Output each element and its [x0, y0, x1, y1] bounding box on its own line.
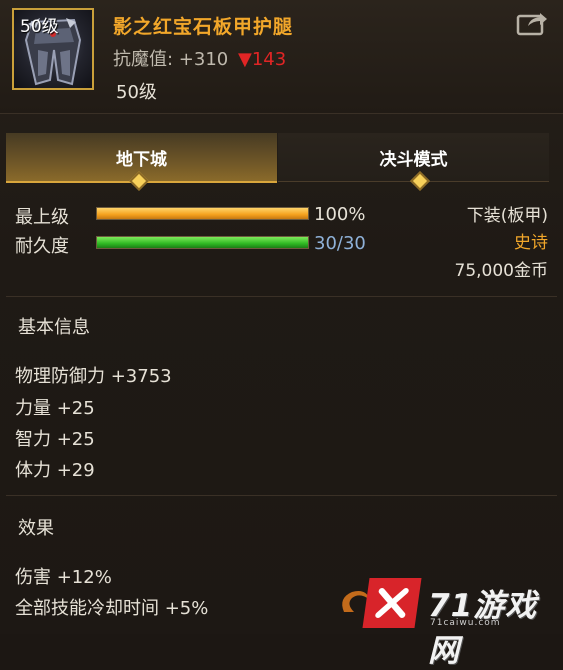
effect-line: 全部技能冷却时间 +5%: [15, 598, 209, 619]
stat-decrease: ▼143: [238, 49, 286, 70]
item-tooltip-panel: 50级 影之红宝石板甲护腿 抗魔值: +310 ▼143 50级 地下城 决斗模…: [0, 0, 563, 669]
durability-bar-fill: [97, 237, 308, 248]
watermark: 71游戏网 71caiwu.com: [336, 576, 561, 669]
stat-decrease-value: 143: [251, 49, 287, 70]
basic-info-line: 体力 +29: [15, 460, 95, 481]
grade-bar: [96, 207, 309, 220]
basic-info-line: 物理防御力 +3753: [15, 366, 172, 387]
durability-label: 耐久度: [15, 236, 69, 257]
watermark-url: 71caiwu.com: [430, 618, 501, 628]
durability-value: 30/30: [314, 233, 366, 254]
down-arrow-icon: ▼: [237, 49, 252, 70]
magic-resist-stat: 抗魔值: +310 ▼143: [113, 45, 286, 71]
item-icon-level: 50级: [20, 17, 59, 37]
effects-title: 效果: [18, 518, 54, 539]
mode-tabs: 地下城 决斗模式: [6, 133, 557, 183]
price-label: 75,000金币: [454, 261, 548, 281]
durability-bar: [96, 236, 309, 249]
basic-info-line: 智力 +25: [15, 429, 95, 450]
share-icon[interactable]: [516, 10, 548, 36]
grade-label: 最上级: [15, 207, 69, 228]
item-name: 影之红宝石板甲护腿: [113, 16, 294, 38]
divider: [6, 495, 557, 496]
watermark-logo-icon: [362, 578, 422, 628]
equip-slot: 下装(板甲): [466, 206, 548, 226]
effect-line: 伤害 +12%: [15, 567, 112, 588]
required-level: 50级: [116, 82, 157, 103]
basic-info-line: 力量 +25: [15, 398, 95, 419]
grade-value: 100%: [314, 204, 366, 225]
rarity-label: 史诗: [514, 233, 548, 253]
tab-pvp[interactable]: 决斗模式: [278, 133, 549, 182]
item-icon: 50级: [12, 8, 94, 90]
grade-bar-fill: [97, 208, 308, 219]
magic-resist-label: 抗魔值: +310: [113, 49, 229, 70]
basic-info-title: 基本信息: [18, 317, 90, 338]
divider: [6, 296, 557, 297]
item-header: 50级 影之红宝石板甲护腿 抗魔值: +310 ▼143 50级: [0, 0, 563, 114]
